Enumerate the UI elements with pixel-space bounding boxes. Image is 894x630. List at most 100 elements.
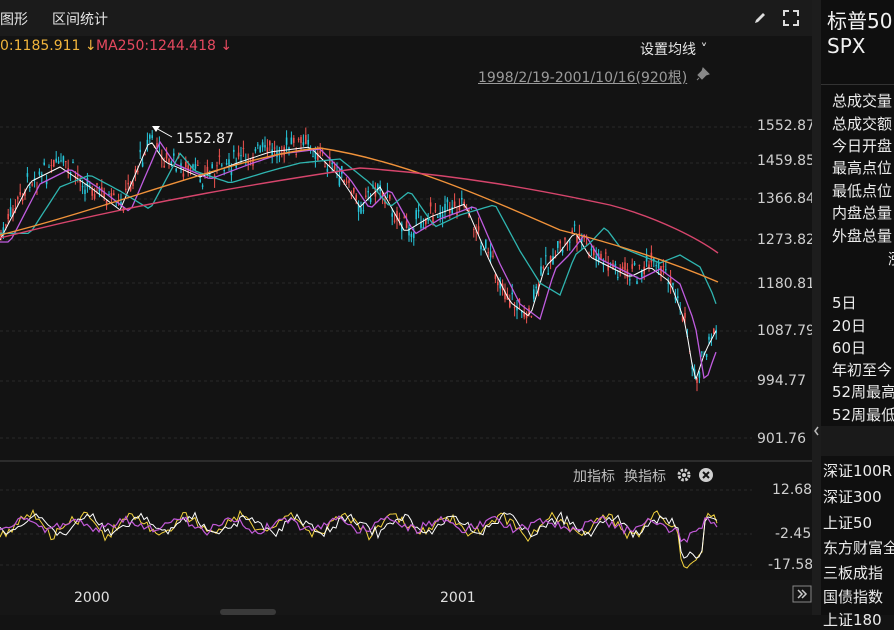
index-item[interactable]: 深证100R bbox=[823, 460, 892, 481]
candle-body bbox=[631, 264, 633, 269]
candle-body bbox=[480, 245, 482, 250]
candle-body bbox=[144, 154, 146, 156]
candle-body bbox=[175, 168, 177, 172]
index-item[interactable]: 三板成指 bbox=[823, 562, 883, 583]
candle-body bbox=[564, 237, 566, 240]
index-item[interactable]: 东方财富全 bbox=[823, 537, 894, 558]
time-axis-label: 2000 bbox=[74, 590, 110, 606]
pin-icon[interactable] bbox=[696, 67, 710, 81]
range-label: 20日 bbox=[832, 317, 867, 335]
candle-body bbox=[197, 165, 199, 167]
time-scrollbar[interactable] bbox=[220, 609, 276, 615]
candle-body bbox=[573, 224, 576, 226]
price-axis-label: 1552.87 bbox=[757, 118, 815, 134]
candle-body bbox=[312, 156, 314, 158]
add-indicator-button[interactable]: 加指标 bbox=[573, 466, 615, 486]
candle-body bbox=[365, 195, 367, 197]
candle-body bbox=[285, 137, 288, 145]
candle-body bbox=[173, 153, 175, 156]
candle-body bbox=[242, 148, 245, 150]
candle-body bbox=[355, 194, 357, 200]
candle-body bbox=[5, 224, 7, 226]
candle-body bbox=[540, 266, 542, 275]
candle-body bbox=[235, 165, 237, 168]
ma-prev-value: 0:1185.911 ↓ bbox=[0, 38, 97, 54]
candle-body bbox=[446, 199, 449, 203]
candle-body bbox=[417, 209, 420, 212]
candle-body bbox=[458, 206, 461, 211]
stat-label: 内盘总量 bbox=[832, 204, 893, 222]
high-marker-label: 1552.87 bbox=[176, 131, 234, 147]
candle-body bbox=[113, 193, 115, 196]
candle-body bbox=[638, 264, 641, 266]
candle-body bbox=[55, 158, 57, 162]
candle-body bbox=[662, 266, 665, 268]
candle-body bbox=[21, 198, 24, 201]
tab-chart[interactable]: 图形 bbox=[0, 9, 28, 29]
candlestick-chart[interactable] bbox=[0, 90, 812, 462]
candle-body bbox=[617, 276, 619, 278]
panel-splitter[interactable] bbox=[812, 0, 821, 615]
osc-line-yellow bbox=[0, 508, 718, 569]
candle-body bbox=[477, 226, 480, 231]
tab-range-stats[interactable]: 区间统计 bbox=[52, 9, 108, 29]
expand-icon[interactable] bbox=[782, 9, 800, 27]
candle-body bbox=[561, 249, 564, 253]
candle-body bbox=[614, 263, 617, 266]
set-ma-button[interactable]: 设置均线 ˅ bbox=[640, 39, 707, 59]
candle-body bbox=[163, 165, 165, 168]
candle-body bbox=[189, 167, 192, 169]
candle-body bbox=[295, 154, 297, 156]
candle-body bbox=[182, 173, 185, 177]
candle-body bbox=[302, 142, 305, 145]
candle-body bbox=[257, 144, 259, 146]
candle-body bbox=[110, 193, 113, 196]
candle-body bbox=[7, 213, 9, 220]
candle-body bbox=[125, 188, 127, 191]
index-item[interactable]: 上证50 bbox=[823, 512, 872, 533]
candle-body bbox=[405, 221, 408, 229]
stat-label: 最低点位 bbox=[832, 182, 893, 200]
candle-body bbox=[305, 134, 307, 144]
collapse-arrow-icon[interactable] bbox=[813, 424, 820, 438]
index-item[interactable]: 深证300 bbox=[823, 486, 882, 507]
index-item[interactable]: 上证180 bbox=[823, 609, 882, 630]
oscillator-chart[interactable] bbox=[0, 485, 812, 580]
candle-body bbox=[331, 162, 333, 165]
candle-body bbox=[348, 180, 350, 184]
candle-body bbox=[206, 166, 209, 174]
switch-indicator-button[interactable]: 换指标 bbox=[624, 466, 666, 486]
candle-body bbox=[41, 174, 43, 176]
candles bbox=[0, 127, 717, 392]
candle-body bbox=[535, 286, 537, 289]
osc-axis-label: 12.68 bbox=[772, 482, 813, 498]
gear-icon[interactable] bbox=[676, 467, 692, 483]
candle-body bbox=[137, 171, 139, 173]
candle-body bbox=[557, 240, 559, 248]
candle-body bbox=[168, 159, 170, 163]
index-item[interactable]: 国债指数 bbox=[823, 586, 883, 607]
range-label: 年初至今 bbox=[832, 361, 893, 379]
candle-body bbox=[290, 137, 293, 145]
scroll-right-icon[interactable] bbox=[792, 585, 812, 603]
candle-body bbox=[201, 185, 204, 187]
pencil-icon[interactable] bbox=[752, 10, 768, 26]
price-axis-label: 1366.84 bbox=[757, 191, 815, 207]
candle-body bbox=[585, 242, 588, 244]
candle-body bbox=[545, 255, 547, 257]
high-marker bbox=[152, 126, 173, 138]
ma60-line bbox=[0, 152, 717, 305]
range-label: 52周最低 bbox=[832, 406, 894, 424]
candle-body bbox=[240, 155, 242, 157]
candle-body bbox=[29, 186, 31, 188]
candle-body bbox=[259, 146, 261, 153]
candle-body bbox=[91, 189, 93, 196]
candle-body bbox=[254, 149, 257, 152]
candle-body bbox=[307, 139, 309, 145]
candle-body bbox=[636, 281, 638, 284]
candle-body bbox=[473, 228, 475, 230]
pane-divider[interactable] bbox=[0, 460, 812, 462]
date-range-label[interactable]: 1998/2/19-2001/10/16(920根) bbox=[478, 67, 687, 87]
candle-body bbox=[485, 240, 487, 249]
close-icon[interactable] bbox=[698, 467, 714, 483]
